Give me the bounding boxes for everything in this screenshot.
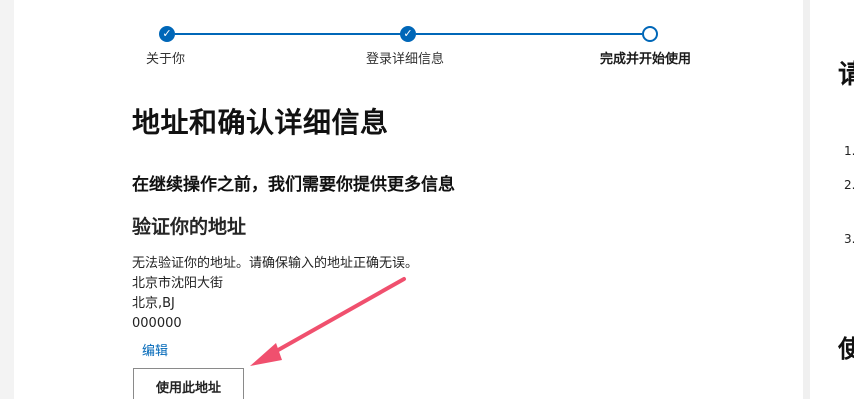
panel-gap — [803, 0, 810, 399]
side-list-number-1: 1. — [844, 144, 854, 158]
step-3-current-icon — [642, 26, 658, 42]
side-list-number-3: 3. — [844, 232, 854, 246]
side-info-panel: 请 1. 2. 3. 使 — [810, 0, 854, 399]
step-2-check-icon: ✓ — [400, 26, 416, 42]
step-1-check-icon: ✓ — [159, 26, 175, 42]
page-title: 地址和确认详细信息 — [132, 106, 389, 139]
step-connector-1 — [175, 33, 401, 35]
edit-address-link[interactable]: 编辑 — [142, 340, 168, 359]
left-margin — [0, 0, 14, 399]
address-line-2: 北京,BJ — [132, 296, 175, 311]
progress-stepper: ✓ ✓ 关于你 登录详细信息 完成并开始使用 — [14, 0, 803, 80]
address-block: 无法验证你的地址。请确保输入的地址正确无误。 北京市沈阳大街 北京,BJ 000… — [132, 254, 418, 334]
step-connector-2 — [416, 33, 642, 35]
step-2-label: 登录详细信息 — [366, 52, 445, 67]
side-list-number-2: 2. — [844, 178, 854, 192]
verify-address-heading: 验证你的地址 — [132, 216, 247, 238]
address-line-1: 北京市沈阳大街 — [132, 276, 224, 291]
verification-message: 无法验证你的地址。请确保输入的地址正确无误。 — [132, 256, 419, 271]
page: ✓ ✓ 关于你 登录详细信息 完成并开始使用 地址和确认详细信息 在继续操作之前… — [0, 0, 854, 399]
postal-code: 000000 — [132, 316, 182, 331]
step-1-label: 关于你 — [146, 52, 186, 67]
side-title-char-1: 请 — [838, 60, 854, 90]
subheading: 在继续操作之前，我们需要你提供更多信息 — [132, 175, 455, 195]
use-this-address-button[interactable]: 使用此地址 — [133, 368, 244, 399]
signup-card: ✓ ✓ 关于你 登录详细信息 完成并开始使用 地址和确认详细信息 在继续操作之前… — [14, 0, 803, 399]
side-panel-bottom-heading: 使 — [838, 337, 854, 361]
side-bottom-char-1: 使 — [838, 335, 854, 363]
side-panel-title: 请 — [838, 62, 854, 88]
step-3-label: 完成并开始使用 — [600, 52, 692, 67]
